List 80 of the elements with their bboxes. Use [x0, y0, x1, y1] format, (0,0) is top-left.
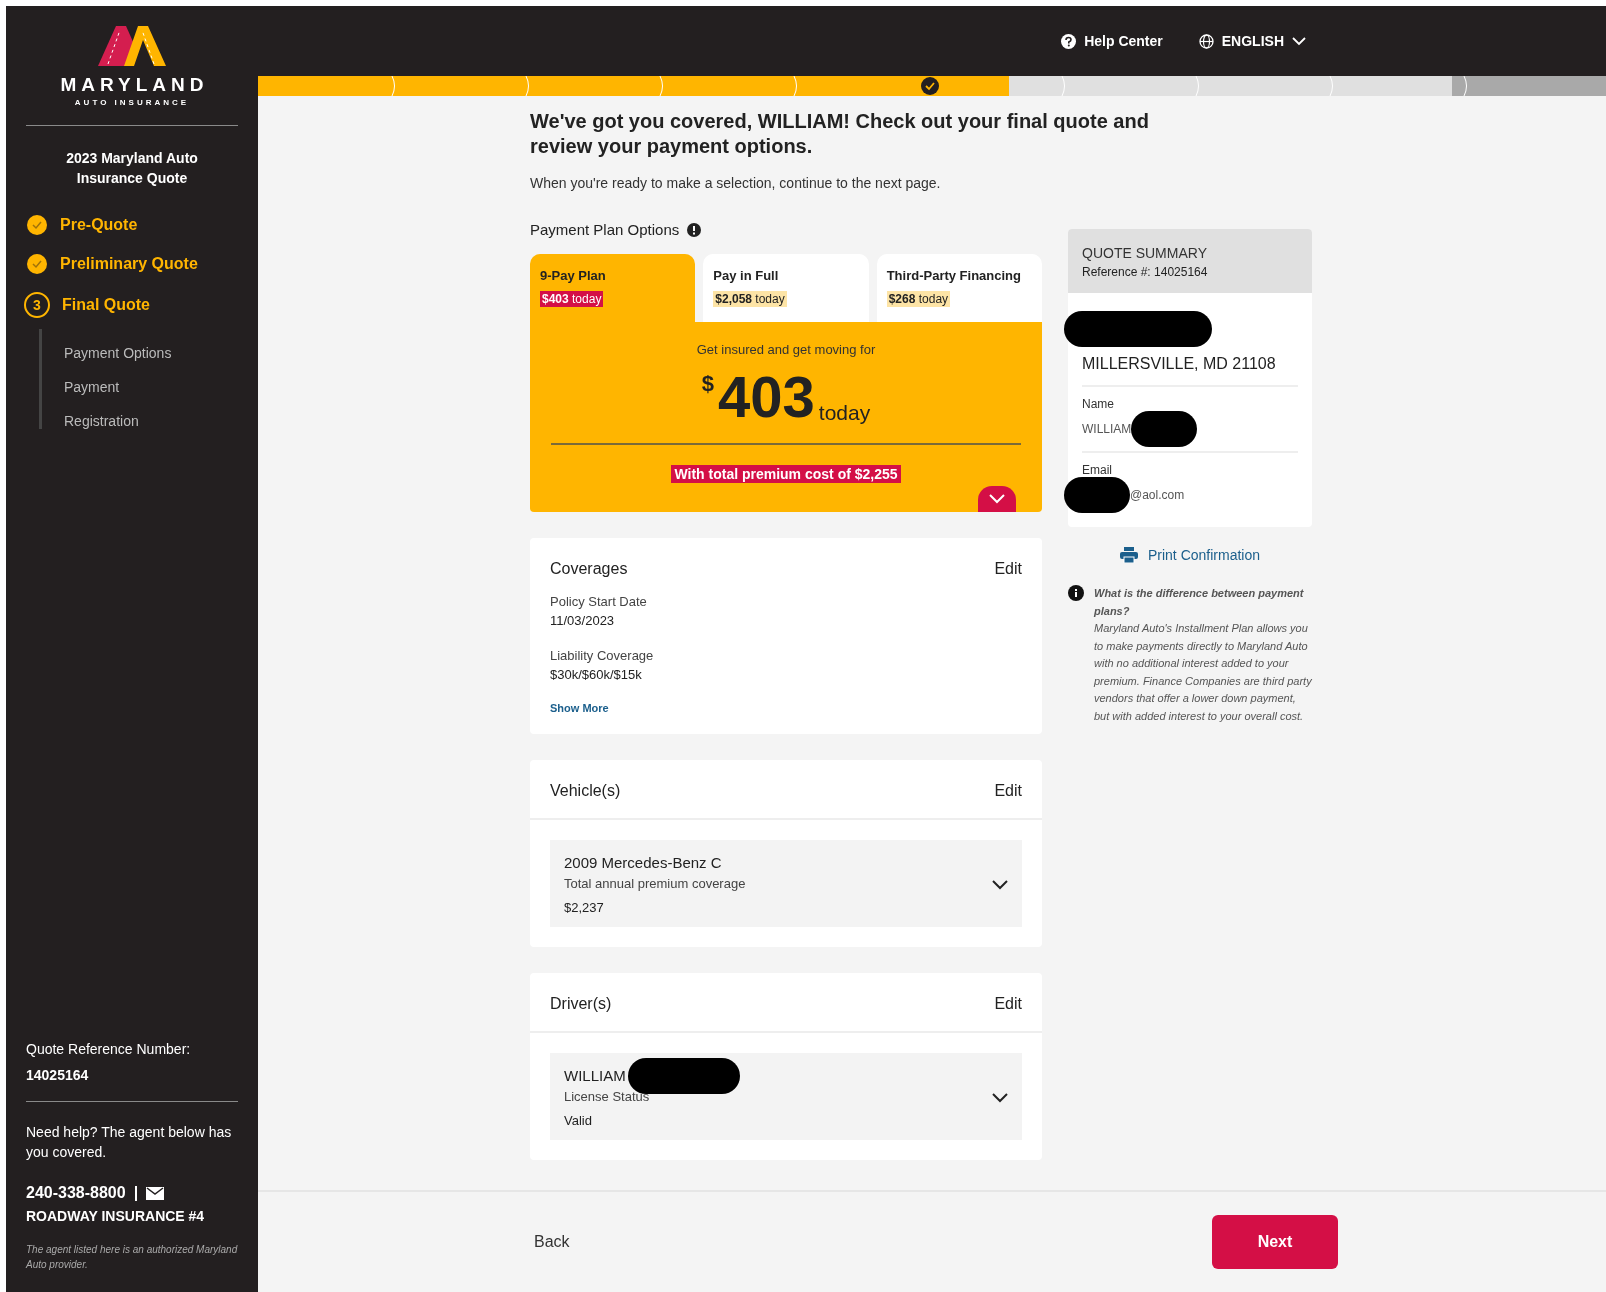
globe-icon: [1198, 33, 1214, 49]
price-amount: 403: [718, 365, 815, 429]
print-confirmation-link[interactable]: Print Confirmation: [1068, 547, 1312, 563]
currency-symbol: $: [701, 371, 715, 397]
next-button[interactable]: Next: [1212, 1215, 1338, 1269]
step-link[interactable]: Preliminary Quote: [60, 255, 198, 273]
field-label: Total annual premium coverage: [564, 876, 746, 891]
reference-number: 14025164: [26, 1067, 90, 1083]
help-icon: [1061, 33, 1077, 49]
substep-link[interactable]: Payment Options: [64, 345, 238, 361]
language-selector[interactable]: ENGLISH: [1198, 33, 1306, 49]
info-icon: [687, 222, 702, 237]
brand-tagline: AUTO INSURANCE: [74, 98, 190, 107]
page-subtitle: When you're ready to make a selection, continue to the next page.: [530, 175, 942, 191]
expand-button[interactable]: [978, 486, 1016, 512]
help-center-link[interactable]: Help Center: [1061, 33, 1163, 49]
field-value: Valid: [564, 1113, 593, 1128]
edit-link[interactable]: Edit: [994, 995, 1022, 1013]
panel-intro: Get insured and get moving for: [696, 342, 876, 357]
field-label: Policy Start Date: [550, 594, 648, 609]
expandable-row[interactable]: WILLIAM License Status Valid: [550, 1053, 1022, 1140]
substep-link[interactable]: Payment: [64, 379, 238, 395]
chevron-down-icon: [992, 879, 1008, 890]
field-value: 11/03/2023: [550, 613, 616, 628]
help-text: Need help? The agent below has you covered.: [26, 1123, 233, 1162]
section-title: Coverages: [550, 560, 628, 578]
field-value: $30k/$60k/$15k: [550, 667, 643, 682]
back-link[interactable]: Back: [534, 1233, 570, 1251]
plan-name: Third-Party Financing: [886, 268, 1022, 283]
info-note: What is the difference between payment plans? Maryland Auto's Installment Plan allows you to make payments directly to Maryland Auto with no additional interest added to your premium. Finance Companies are third party vendors that offer a lower down payment, but with added interest to your overall cost.: [1094, 586, 1312, 724]
chevron-down-icon: [992, 1092, 1008, 1103]
section-heading: Payment Plan Options: [530, 221, 680, 238]
plan-name: Pay in Full: [713, 268, 780, 283]
field-value: MILLERSVILLE, MD 21108: [1082, 355, 1277, 373]
price-suffix: today: [818, 401, 871, 425]
help-center-label: Help Center: [1084, 33, 1163, 49]
plan-tab[interactable]: Third-Party Financing $268 today: [876, 254, 1042, 322]
section-title: Driver(s): [550, 995, 612, 1013]
plan-price: $268 today: [886, 291, 951, 307]
agent-name: ROADWAY INSURANCE #4: [26, 1208, 206, 1224]
plan-name: 9-Pay Plan: [540, 268, 607, 283]
step-number: 3: [24, 292, 50, 318]
phone-number: 240-338-8800: [26, 1184, 126, 1202]
print-label: Print Confirmation: [1147, 547, 1260, 563]
printer-icon: [1119, 547, 1138, 563]
summary-reference: Reference #: 14025164: [1082, 265, 1209, 279]
item-name: 2009 Mercedes-Benz C: [564, 854, 722, 871]
section-title: Vehicle(s): [550, 782, 621, 800]
edit-link[interactable]: Edit: [994, 782, 1022, 800]
separator: |: [133, 1184, 139, 1202]
plan-tab[interactable]: 9-Pay Plan $403 today: [530, 254, 696, 322]
field-label: Email: [1082, 463, 1113, 477]
reference-label: Quote Reference Number:: [26, 1041, 192, 1057]
quote-title: 2023 Maryland Auto Insurance Quote: [65, 149, 199, 188]
field-label: Name: [1082, 397, 1115, 411]
expandable-row[interactable]: 2009 Mercedes-Benz C Total annual premium coverage $2,237: [550, 840, 1022, 927]
disclaimer: The agent listed here is an authorized Maryland Auto provider.: [26, 1243, 238, 1272]
field-value: WILLIAM: [1082, 422, 1132, 436]
step-link[interactable]: Pre-Quote: [60, 216, 138, 234]
info-icon: [1068, 585, 1084, 601]
plan-price: $2,058 today: [713, 291, 787, 307]
item-name: WILLIAM: [564, 1067, 626, 1084]
language-label: ENGLISH: [1221, 33, 1284, 49]
edit-link[interactable]: Edit: [994, 560, 1022, 578]
brand-name: MARYLAND: [60, 74, 209, 96]
total-premium: With total premium cost of $2,255: [671, 465, 901, 483]
show-more-link[interactable]: Show More: [550, 702, 1022, 714]
mail-icon: [146, 1186, 165, 1200]
step-link[interactable]: Final Quote: [62, 296, 150, 314]
summary-title: QUOTE SUMMARY: [1082, 245, 1208, 261]
chevron-down-icon: [1292, 36, 1306, 46]
chevron-down-icon: [989, 494, 1005, 504]
field-value: @aol.com: [1130, 488, 1185, 502]
field-value: $2,237: [564, 900, 605, 915]
substep-link[interactable]: Registration: [64, 413, 238, 429]
field-label: Liability Coverage: [550, 648, 655, 663]
page-heading: We've got you covered, WILLIAM! Check out your final quote and review your payment options.: [530, 109, 1150, 159]
plan-price: $403 today: [540, 291, 604, 307]
plan-tab[interactable]: Pay in Full $2,058 today: [703, 254, 869, 322]
field-label: License Status: [564, 1089, 651, 1104]
